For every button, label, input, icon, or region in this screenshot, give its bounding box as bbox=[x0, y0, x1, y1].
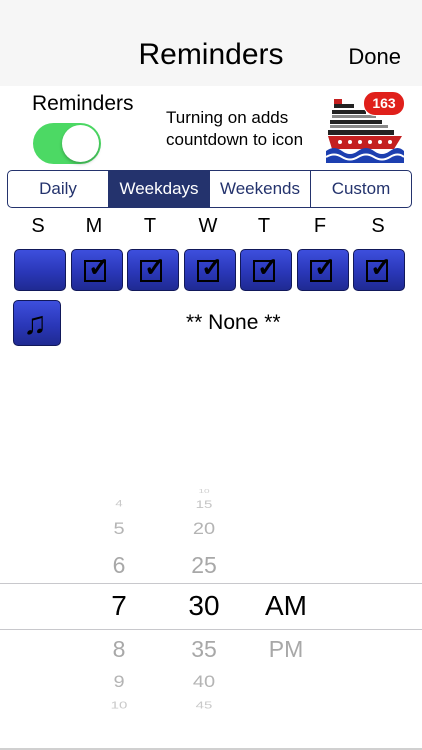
checkmark-icon: ✓ bbox=[370, 252, 392, 282]
day-button-sat[interactable]: ✓ bbox=[353, 249, 405, 291]
tab-weekends[interactable]: Weekends bbox=[210, 171, 311, 207]
reminders-toggle[interactable] bbox=[33, 123, 101, 164]
reminders-label: Reminders bbox=[32, 92, 134, 115]
picker-minute-option[interactable]: 15 bbox=[169, 498, 239, 511]
checkmark-icon: ✓ bbox=[88, 252, 110, 282]
music-note-icon: ♫ bbox=[23, 305, 47, 341]
picker-minute-option[interactable]: 35 bbox=[169, 636, 239, 663]
picker-minute-option[interactable]: 20 bbox=[169, 520, 239, 540]
done-button[interactable]: Done bbox=[348, 44, 401, 70]
checkmark-icon: ✓ bbox=[257, 252, 279, 282]
day-button-wed[interactable]: ✓ bbox=[184, 249, 236, 291]
day-letter-mon: M bbox=[85, 215, 103, 237]
picker-selection-bottom-line bbox=[0, 629, 422, 630]
picker-minute-option[interactable]: 40 bbox=[169, 673, 239, 693]
tab-custom[interactable]: Custom bbox=[311, 171, 411, 207]
sound-name: ** None ** bbox=[186, 311, 281, 334]
nav-bar: Reminders Done bbox=[0, 0, 422, 86]
picker-minute-option[interactable]: 25 bbox=[169, 552, 239, 579]
day-button-thu[interactable]: ✓ bbox=[240, 249, 292, 291]
day-letter-thu: T bbox=[257, 215, 271, 237]
picker-hour-option[interactable]: 4 bbox=[84, 498, 154, 509]
day-button-sun[interactable] bbox=[14, 249, 66, 291]
picker-period-option[interactable]: PM bbox=[251, 636, 321, 663]
checkmark-icon: ✓ bbox=[144, 252, 166, 282]
picker-minute-option[interactable]: 10 bbox=[169, 489, 239, 495]
time-picker[interactable]: 4 5 6 7 8 9 10 10 15 20 25 30 35 40 45 A… bbox=[0, 484, 422, 734]
day-button-fri[interactable]: ✓ bbox=[297, 249, 349, 291]
icon-badge: 163 bbox=[363, 91, 405, 116]
schedule-segmented-control: Daily Weekdays Weekends Custom bbox=[7, 170, 412, 208]
picker-hour-option[interactable]: 8 bbox=[84, 636, 154, 663]
toggle-knob bbox=[62, 125, 99, 162]
day-button-mon[interactable]: ✓ bbox=[71, 249, 123, 291]
day-letter-fri: F bbox=[313, 215, 327, 237]
picker-hour-option[interactable]: 5 bbox=[84, 520, 154, 540]
picker-period-selected[interactable]: AM bbox=[251, 590, 321, 622]
sound-button[interactable]: ♫ bbox=[13, 300, 61, 346]
checkmark-icon: ✓ bbox=[314, 252, 336, 282]
picker-minute-option[interactable]: 45 bbox=[169, 700, 239, 712]
picker-hour-option[interactable]: 9 bbox=[84, 673, 154, 693]
day-letter-tue: T bbox=[143, 215, 157, 237]
picker-minute-selected[interactable]: 30 bbox=[169, 590, 239, 622]
tab-weekdays[interactable]: Weekdays bbox=[109, 171, 210, 207]
tab-daily[interactable]: Daily bbox=[8, 171, 109, 207]
picker-hour-selected[interactable]: 7 bbox=[84, 590, 154, 622]
checkmark-icon: ✓ bbox=[201, 252, 223, 282]
day-button-tue[interactable]: ✓ bbox=[127, 249, 179, 291]
day-letter-sun: S bbox=[31, 215, 45, 237]
picker-hour-option[interactable]: 6 bbox=[84, 552, 154, 579]
picker-selection-top-line bbox=[0, 583, 422, 584]
reminders-description: Turning on adds countdown to icon bbox=[166, 108, 304, 149]
day-letter-sat: S bbox=[371, 215, 385, 237]
picker-hour-option[interactable]: 10 bbox=[84, 700, 154, 712]
day-letter-wed: W bbox=[198, 215, 218, 237]
